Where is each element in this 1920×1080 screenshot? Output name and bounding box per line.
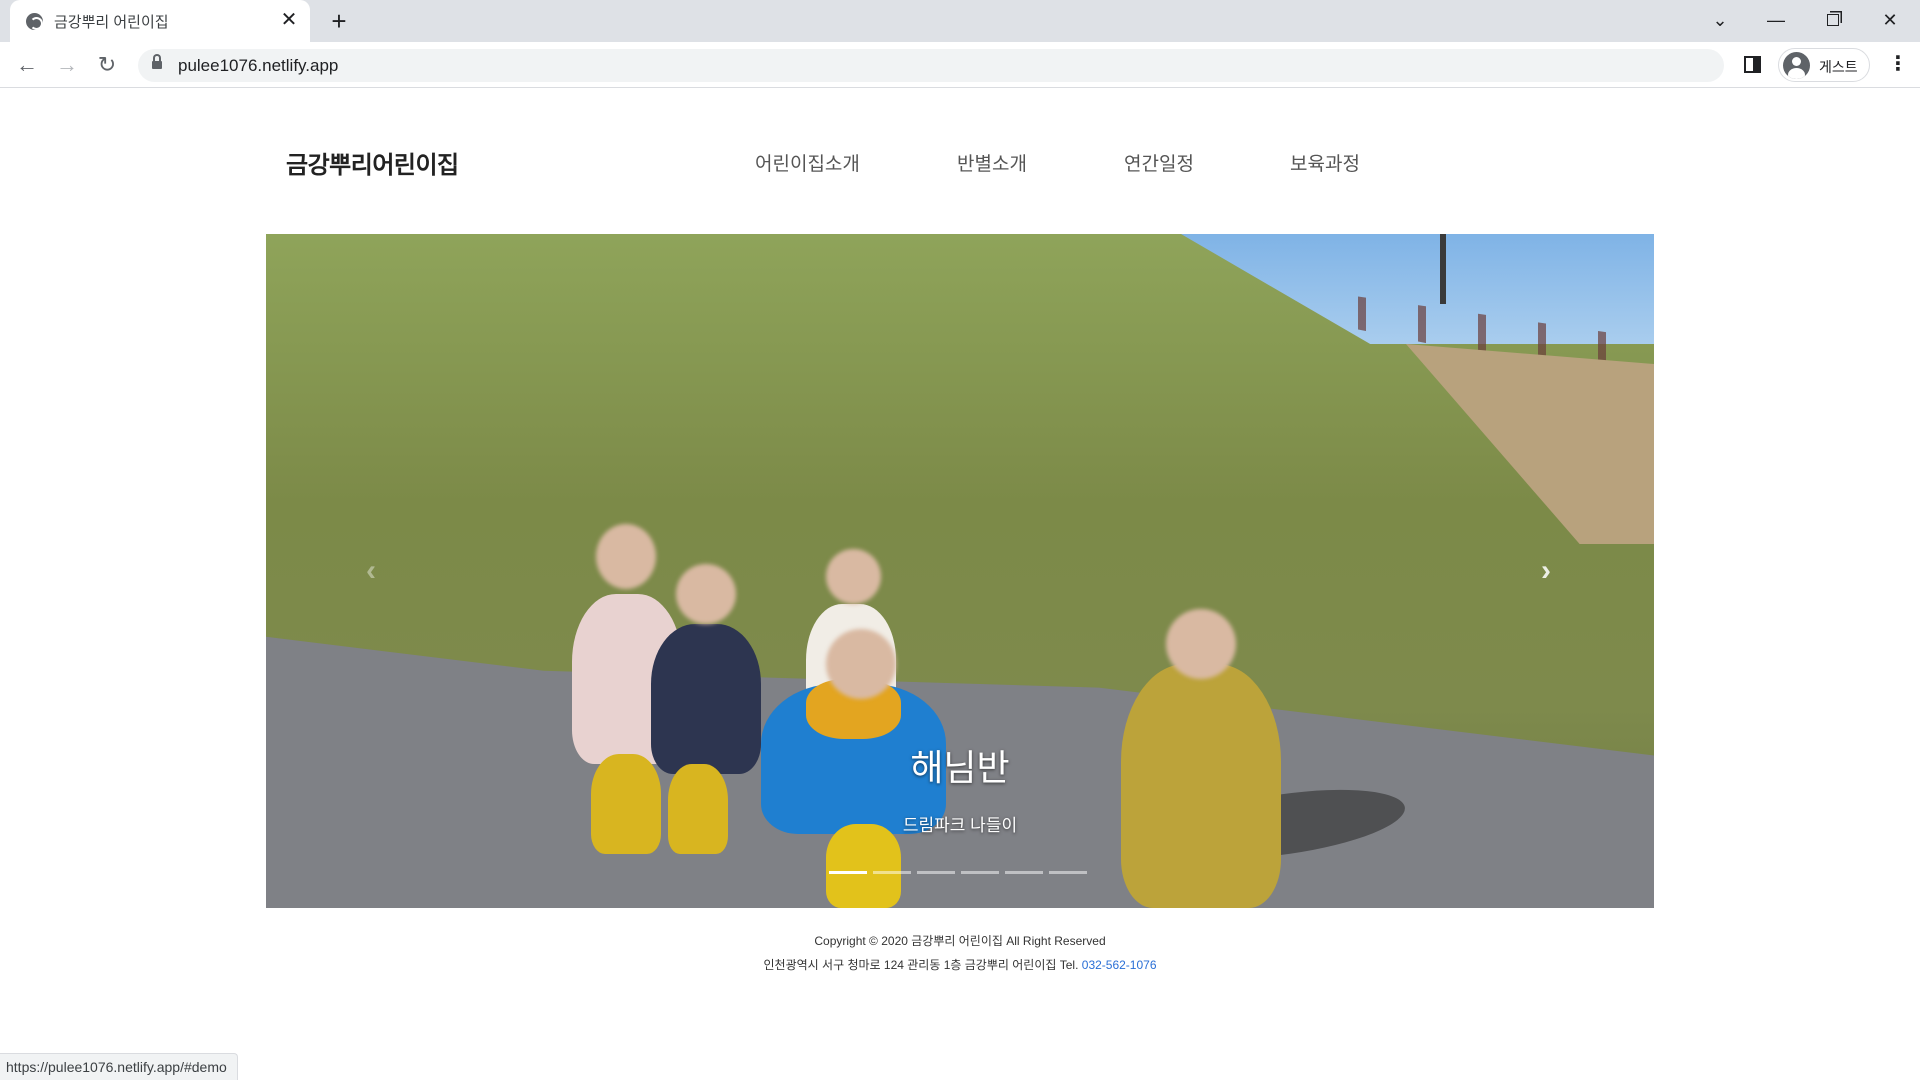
nav-link-curriculum[interactable]: 보육과정 (1290, 149, 1360, 176)
carousel-indicator[interactable] (1005, 871, 1043, 874)
site-nav: 어린이집소개 반별소개 연간일정 보육과정 (0, 149, 1920, 179)
footer-address-line: 인천광역시 서구 청마로 124 관리동 1층 금강뿌리 어린이집 Tel. 0… (0, 956, 1920, 973)
carousel-indicators (829, 871, 1091, 875)
browser-tabstrip: 금강뿌리 어린이집 ✕ + ⌄ — ✕ (0, 0, 1920, 42)
carousel-photo (266, 234, 1654, 908)
profile-label: 게스트 (1819, 59, 1858, 75)
back-arrow-icon[interactable]: ← (13, 51, 41, 79)
browser-tab[interactable]: 금강뿌리 어린이집 ✕ (10, 0, 310, 42)
close-tab-icon[interactable]: ✕ (278, 9, 300, 31)
lock-icon[interactable] (152, 54, 162, 71)
avatar-icon (1783, 52, 1810, 79)
tab-search-chevron-icon[interactable]: ⌄ (1700, 4, 1740, 36)
carousel-caption-subtitle: 드림파크 나들이 (902, 816, 1018, 835)
carousel-indicator[interactable] (917, 871, 955, 874)
url-text[interactable]: pulee1076.netlify.app (178, 56, 338, 76)
nav-link-classes[interactable]: 반별소개 (957, 149, 1027, 176)
kebab-menu-icon[interactable]: ⋮ (1888, 54, 1908, 76)
nav-link-schedule[interactable]: 연간일정 (1124, 149, 1194, 176)
browser-toolbar: ← → ↻ pulee1076.netlify.app 게스트 ⋮ (0, 42, 1920, 88)
side-panel-icon[interactable] (1744, 56, 1761, 73)
chevron-left-icon[interactable]: ‹ (356, 556, 386, 586)
globe-icon (26, 13, 43, 30)
carousel-indicator[interactable] (961, 871, 999, 874)
restore-window-button[interactable] (1813, 4, 1853, 36)
carousel-caption-title: 해님반 (910, 747, 1010, 788)
footer-copyright: Copyright © 2020 금강뿌리 어린이집 All Right Res… (814, 934, 1106, 948)
forward-arrow-icon[interactable]: → (53, 51, 81, 79)
carousel-indicator[interactable] (1049, 871, 1087, 874)
footer-phone-link[interactable]: 032-562-1076 (1082, 958, 1157, 972)
tab-title: 금강뿌리 어린이집 (54, 14, 169, 31)
nav-link-about[interactable]: 어린이집소개 (755, 149, 860, 176)
address-bar[interactable]: pulee1076.netlify.app (138, 49, 1724, 82)
carousel-indicator[interactable] (873, 871, 911, 874)
footer-address: 인천광역시 서구 청마로 124 관리동 1층 금강뿌리 어린이집 Tel. (763, 958, 1082, 972)
photo-carousel: ‹ › 해님반 드림파크 나들이 (266, 234, 1654, 908)
minimize-window-button[interactable]: — (1756, 4, 1796, 36)
chevron-right-icon[interactable]: › (1531, 556, 1561, 586)
profile-button[interactable]: 게스트 (1778, 48, 1870, 82)
reload-icon[interactable]: ↻ (93, 51, 121, 79)
new-tab-button[interactable]: + (325, 7, 353, 35)
page-content: 금강뿌리어린이집 어린이집소개 반별소개 연간일정 보육과정 ‹ › 해님반 드… (0, 89, 1920, 1049)
close-window-button[interactable]: ✕ (1870, 4, 1910, 36)
status-bar-url: https://pulee1076.netlify.app/#demo (0, 1053, 238, 1080)
carousel-indicator[interactable] (829, 871, 867, 874)
